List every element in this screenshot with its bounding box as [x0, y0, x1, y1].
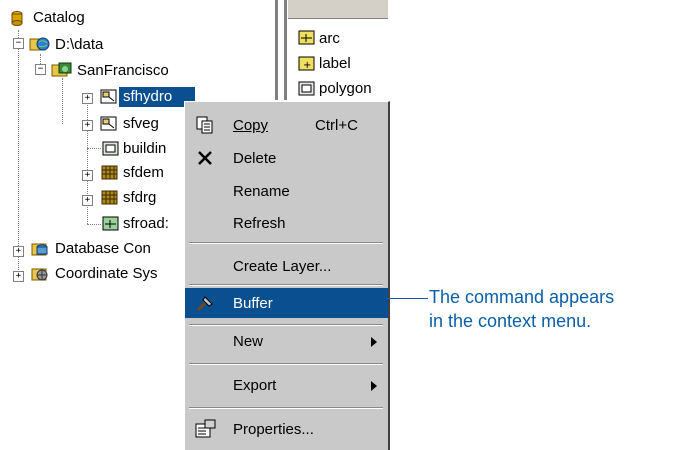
submenu-arrow-icon — [371, 337, 377, 347]
label-feature-icon: + — [298, 56, 316, 72]
menu-separator — [189, 407, 383, 409]
pane-splitter[interactable] — [275, 0, 278, 100]
tree-item-sfroads[interactable]: sfroad: — [123, 215, 169, 233]
menu-separator — [189, 284, 383, 286]
delete-icon — [195, 148, 215, 168]
tree-connector — [87, 224, 101, 225]
menu-item-label: Buffer — [233, 295, 273, 312]
dataset-icon — [51, 61, 72, 77]
tree-item-sanfrancisco[interactable]: SanFrancisco — [77, 62, 169, 80]
database-icon — [30, 241, 48, 257]
menu-item-label: Delete — [233, 150, 277, 167]
copy-icon — [195, 115, 215, 135]
menu-separator — [189, 242, 383, 244]
list-item-label[interactable]: label — [319, 55, 351, 73]
tree-item-database-connections[interactable]: Database Con — [55, 240, 151, 258]
menu-item-new[interactable]: New — [185, 326, 388, 356]
callout-line-2: in the context menu. — [429, 311, 592, 331]
menu-item-copy[interactable]: Copy Ctrl+C — [185, 110, 388, 140]
coverage-icon — [100, 89, 118, 105]
folder-globe-icon — [29, 35, 50, 51]
menu-item-label: Rename — [233, 183, 290, 200]
submenu-arrow-icon — [371, 381, 377, 391]
tree-item-sfdrg[interactable]: sfdrg — [123, 189, 156, 207]
collapse-toggle[interactable]: − — [13, 38, 24, 49]
tree-item-buildings[interactable]: buildin — [123, 140, 166, 158]
coverage-icon — [100, 116, 118, 132]
list-header — [288, 0, 388, 19]
menu-item-properties[interactable]: Properties... — [185, 414, 388, 444]
callout-leader-line — [387, 298, 428, 299]
expand-toggle[interactable]: + — [13, 246, 24, 257]
menu-item-label: Refresh — [233, 215, 286, 232]
coordinate-icon — [30, 266, 48, 282]
menu-item-buffer[interactable]: Buffer — [185, 288, 388, 318]
svg-text:+: + — [303, 60, 311, 71]
tree-item-catalog[interactable]: Catalog — [33, 9, 85, 27]
tree-connector — [62, 78, 63, 124]
properties-icon — [195, 419, 216, 439]
tree-item-label: sfhydro — [123, 88, 173, 105]
line-feature-icon — [298, 30, 316, 46]
line-feature-icon — [102, 216, 120, 232]
buffer-hammer-icon — [195, 293, 215, 313]
menu-item-rename[interactable]: Rename — [185, 176, 388, 206]
menu-item-delete[interactable]: Delete — [185, 143, 388, 173]
callout-line-1: The command appears — [429, 287, 615, 307]
grid-icon — [101, 190, 119, 206]
expand-toggle[interactable]: + — [13, 271, 24, 282]
polygon-feature-icon — [102, 141, 120, 157]
menu-separator — [189, 363, 383, 365]
callout-text: The command appears in the context menu. — [429, 285, 614, 333]
menu-item-label: Create Layer... — [233, 258, 332, 275]
tree-connector — [87, 148, 101, 149]
list-item-polygon[interactable]: polygon — [319, 80, 372, 98]
menu-item-shortcut: Ctrl+C — [315, 117, 358, 134]
tree-item-coordinate-systems[interactable]: Coordinate Sys — [55, 265, 158, 283]
tree-item-sfdem[interactable]: sfdem — [123, 164, 164, 182]
menu-item-refresh[interactable]: Refresh — [185, 208, 388, 238]
menu-item-export[interactable]: Export — [185, 370, 388, 400]
tree-item-data-folder[interactable]: D:\data — [55, 36, 103, 54]
grid-icon — [101, 165, 119, 181]
pane-splitter-edge — [284, 0, 287, 100]
expand-toggle[interactable]: + — [82, 93, 93, 104]
polygon-feature-icon — [298, 81, 316, 97]
menu-item-label: New — [233, 333, 264, 350]
context-menu: Copy Ctrl+C Delete Rename Refresh Create… — [184, 101, 390, 450]
menu-item-label: Export — [233, 377, 277, 394]
list-item-arc[interactable]: arc — [319, 30, 340, 48]
tree-item-sfveg[interactable]: sfveg — [123, 115, 159, 133]
expand-toggle[interactable]: + — [82, 195, 93, 206]
expand-toggle[interactable]: + — [82, 120, 93, 131]
tree-connector — [18, 30, 19, 276]
collapse-toggle[interactable]: − — [35, 64, 46, 75]
expand-toggle[interactable]: + — [82, 170, 93, 181]
menu-item-label: Properties... — [233, 421, 314, 438]
menu-item-label: Copy — [233, 117, 269, 134]
menu-item-create-layer[interactable]: Create Layer... — [185, 251, 388, 281]
catalog-icon — [9, 10, 27, 26]
